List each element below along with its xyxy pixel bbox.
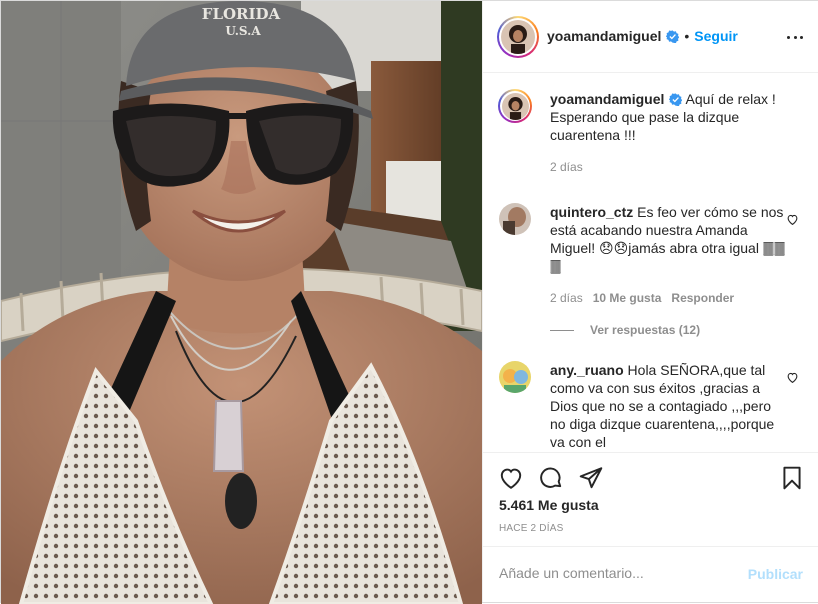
comment-composer: Publicar xyxy=(483,546,818,602)
caption-username[interactable]: yoamandamiguel xyxy=(550,91,664,107)
svg-text:U.S.A: U.S.A xyxy=(225,24,261,38)
verified-badge-icon xyxy=(669,93,683,106)
reply-button[interactable]: Responder xyxy=(671,291,734,305)
likes-count[interactable]: 5.461 Me gusta xyxy=(499,497,599,513)
avatar-picture xyxy=(501,20,535,54)
replies-line xyxy=(550,329,574,331)
commenter-username[interactable]: quintero_ctz xyxy=(550,204,633,220)
share-icon[interactable] xyxy=(578,465,604,491)
post-actions: 5.461 Me gusta HACE 2 DÍAS xyxy=(483,452,818,546)
follow-button[interactable]: Seguir xyxy=(694,28,738,44)
post-header: yoamandamiguel • Seguir xyxy=(483,1,818,73)
commenter-avatar[interactable] xyxy=(499,361,531,393)
caption-avatar[interactable] xyxy=(498,89,532,123)
comments-list[interactable]: yoamandamiguel Aquí de relax ! Esperando… xyxy=(483,74,818,451)
comment-likes[interactable]: 10 Me gusta xyxy=(593,291,662,305)
view-replies-label[interactable]: Ver respuestas (12) xyxy=(590,323,700,337)
selfie-image: FLORIDA U.S.A xyxy=(1,1,482,604)
heart-icon[interactable] xyxy=(786,371,799,384)
verified-badge-icon xyxy=(666,30,680,43)
header-text: yoamandamiguel • Seguir xyxy=(547,28,738,44)
post-timestamp[interactable]: HACE 2 DÍAS xyxy=(499,523,563,534)
comment-body: quintero_ctz Es feo ver cómo se nos está… xyxy=(550,203,786,307)
commenter-avatar[interactable] xyxy=(499,203,531,235)
bookmark-icon[interactable] xyxy=(779,465,805,491)
avatar-picture xyxy=(501,92,529,120)
post-photo[interactable]: FLORIDA U.S.A xyxy=(1,1,482,604)
comment-input[interactable] xyxy=(499,565,739,581)
header-separator: • xyxy=(684,28,690,44)
comment-icon[interactable] xyxy=(538,465,564,491)
author-avatar[interactable] xyxy=(497,16,539,58)
comment-body: any._ruano Hola SEÑORA,que tal como va c… xyxy=(550,361,786,451)
more-options-icon[interactable] xyxy=(787,29,803,45)
cap-lettering: FLORIDA xyxy=(202,5,281,23)
heart-icon[interactable] xyxy=(498,465,524,491)
caption-time[interactable]: 2 días xyxy=(550,160,583,174)
publish-button[interactable]: Publicar xyxy=(748,566,803,582)
commenter-username[interactable]: any._ruano xyxy=(550,362,624,378)
comment-time[interactable]: 2 días xyxy=(550,291,583,305)
post-side-panel: yoamandamiguel • Seguir yoamandamiguel A… xyxy=(482,1,818,602)
post-modal: FLORIDA U.S.A yoamandamiguel • Seguir yo… xyxy=(0,0,818,604)
heart-icon[interactable] xyxy=(786,213,799,226)
caption-body: yoamandamiguel Aquí de relax ! Esperando… xyxy=(550,90,786,176)
view-replies-button[interactable]: Ver respuestas (12) xyxy=(550,323,700,337)
author-username[interactable]: yoamandamiguel xyxy=(547,28,661,44)
